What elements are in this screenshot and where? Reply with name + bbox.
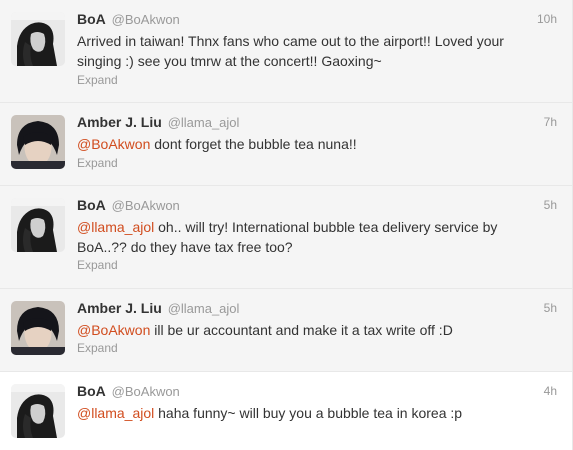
tweet-item[interactable]: Amber J. Liu @llama_ajol 5h @BoAkwon ill…	[0, 289, 572, 372]
tweet-username[interactable]: @llama_ajol	[168, 115, 240, 130]
tweet-header: BoA @BoAkwon 10h	[77, 10, 557, 28]
tweet-fullname[interactable]: Amber J. Liu	[77, 300, 162, 316]
tweet-fullname[interactable]: BoA	[77, 197, 106, 213]
tweet-item[interactable]: BoA @BoAkwon 5h @llama_ajol oh.. will tr…	[0, 186, 572, 289]
tweet-timeline: BoA @BoAkwon 10h Arrived in taiwan! Thnx…	[0, 0, 573, 450]
tweet-fullname[interactable]: BoA	[77, 383, 106, 399]
amber-avatar[interactable]	[11, 115, 65, 169]
expand-link[interactable]: Expand	[77, 73, 118, 87]
tweet-body: ill be ur accountant and make it a tax w…	[150, 322, 453, 338]
mention-link[interactable]: @BoAkwon	[77, 322, 150, 338]
tweet-header: BoA @BoAkwon 5h	[77, 196, 557, 214]
tweet-timestamp[interactable]: 7h	[544, 113, 557, 131]
tweet-text: @BoAkwon dont forget the bubble tea nuna…	[77, 134, 547, 154]
tweet-header: BoA @BoAkwon 4h	[77, 382, 557, 400]
tweet-header: Amber J. Liu @llama_ajol 5h	[77, 299, 557, 317]
mention-link[interactable]: @llama_ajol	[77, 405, 154, 421]
tweet-body: haha funny~ will buy you a bubble tea in…	[154, 405, 463, 421]
boa-avatar[interactable]	[11, 12, 65, 66]
tweet-timestamp[interactable]: 4h	[544, 382, 557, 400]
tweet-username[interactable]: @BoAkwon	[112, 384, 180, 399]
tweet-body: dont forget the bubble tea nuna!!	[150, 136, 357, 152]
tweet-fullname[interactable]: Amber J. Liu	[77, 114, 162, 130]
tweet-text: Arrived in taiwan! Thnx fans who came ou…	[77, 31, 547, 71]
tweet-item[interactable]: BoA @BoAkwon 4h @llama_ajol haha funny~ …	[0, 372, 572, 450]
tweet-timestamp[interactable]: 5h	[544, 196, 557, 214]
expand-link[interactable]: Expand	[77, 156, 118, 170]
tweet-text: @llama_ajol oh.. will try! International…	[77, 217, 547, 257]
tweet-item[interactable]: Amber J. Liu @llama_ajol 7h @BoAkwon don…	[0, 103, 572, 186]
mention-link[interactable]: @llama_ajol	[77, 219, 154, 235]
tweet-username[interactable]: @BoAkwon	[112, 198, 180, 213]
expand-link[interactable]: Expand	[77, 341, 118, 355]
boa-avatar[interactable]	[11, 198, 65, 252]
tweet-timestamp[interactable]: 10h	[537, 10, 557, 28]
tweet-fullname[interactable]: BoA	[77, 11, 106, 27]
tweet-username[interactable]: @llama_ajol	[168, 301, 240, 316]
tweet-item[interactable]: BoA @BoAkwon 10h Arrived in taiwan! Thnx…	[0, 0, 572, 103]
tweet-username[interactable]: @BoAkwon	[112, 12, 180, 27]
boa-avatar[interactable]	[11, 384, 65, 438]
amber-avatar[interactable]	[11, 301, 65, 355]
tweet-timestamp[interactable]: 5h	[544, 299, 557, 317]
tweet-body: Arrived in taiwan! Thnx fans who came ou…	[77, 33, 504, 69]
expand-link[interactable]: Expand	[77, 258, 118, 272]
tweet-text: @llama_ajol haha funny~ will buy you a b…	[77, 403, 547, 423]
tweet-header: Amber J. Liu @llama_ajol 7h	[77, 113, 557, 131]
mention-link[interactable]: @BoAkwon	[77, 136, 150, 152]
tweet-text: @BoAkwon ill be ur accountant and make i…	[77, 320, 547, 340]
